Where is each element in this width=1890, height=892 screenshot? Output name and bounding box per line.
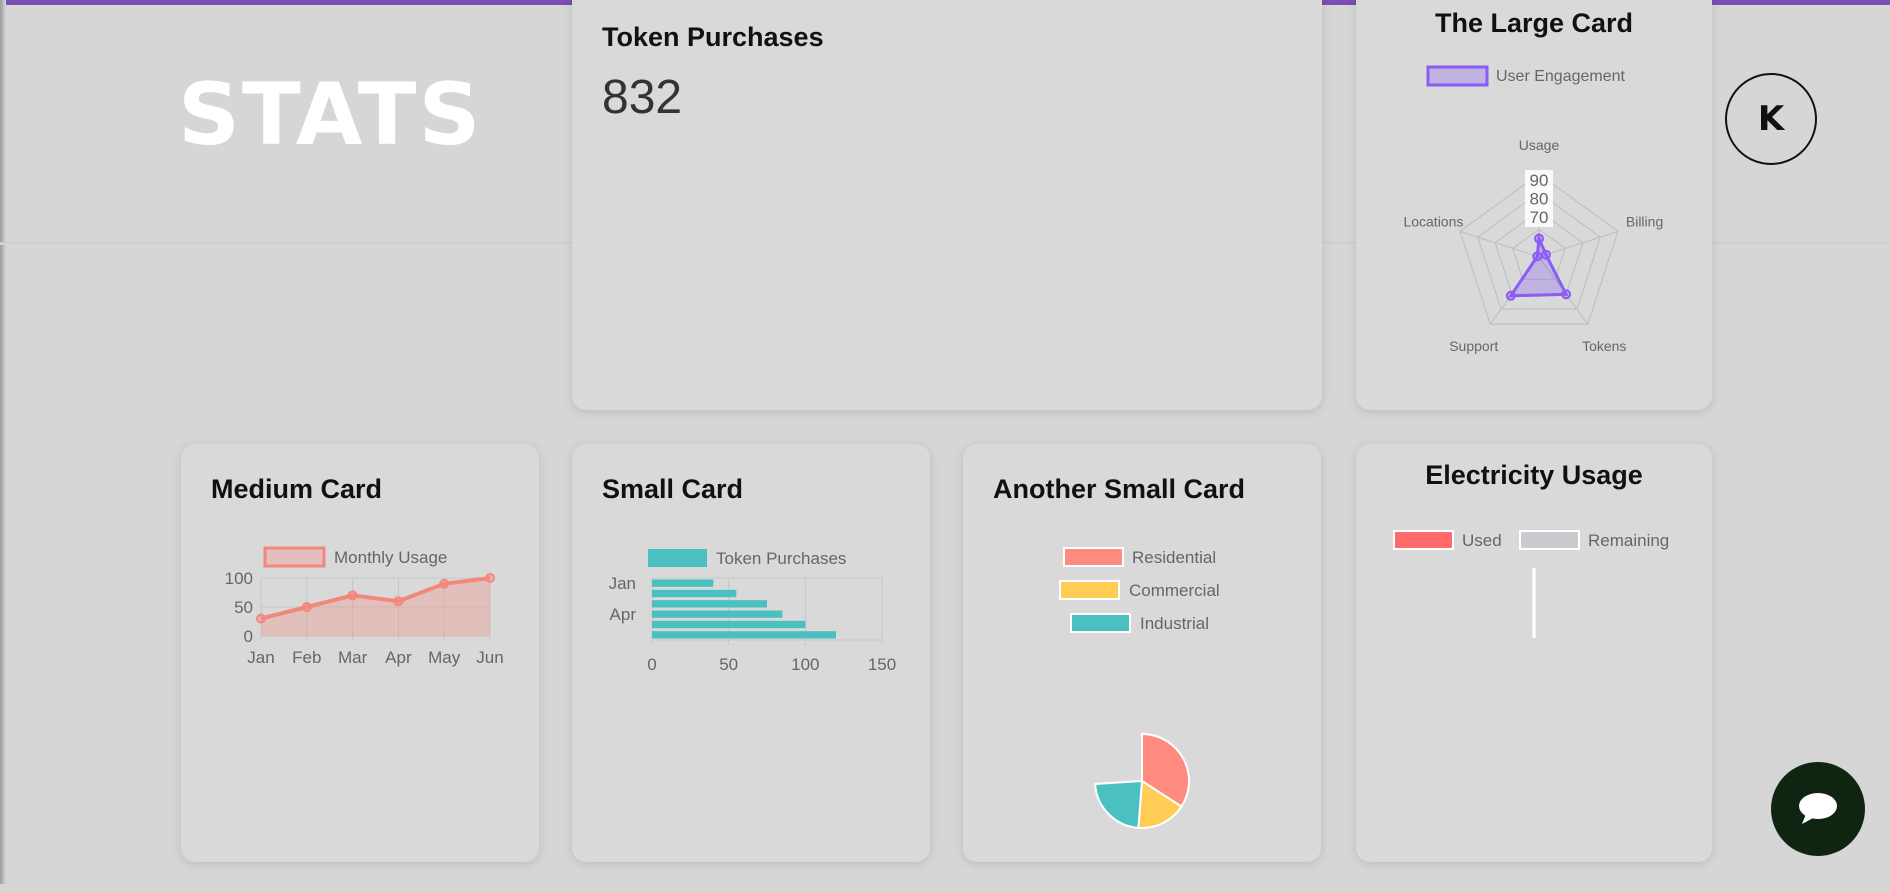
- radar-tick-label: 70: [1530, 208, 1549, 227]
- bar-x-ticks: 0 50 100 150: [647, 655, 896, 674]
- line-x-tick: Jun: [476, 648, 503, 667]
- left-edge-shadow: [0, 0, 6, 884]
- token-purchases-card: Token Purchases 832: [572, 0, 1322, 410]
- radar-point-label: Tokens: [1582, 338, 1626, 354]
- bar-x-tick: 150: [868, 655, 896, 674]
- chat-bubble-icon: [1799, 793, 1837, 824]
- another-small-card-title: Another Small Card: [993, 474, 1246, 504]
- bar-x-tick: 100: [791, 655, 819, 674]
- pie-slices: [1094, 732, 1190, 829]
- radar-spoke: [1538, 230, 1619, 258]
- line-y-tick: 50: [234, 598, 253, 617]
- radar-point-labels: Usage Billing Tokens Support Locations: [1403, 137, 1663, 354]
- line-x-tick: Feb: [292, 648, 321, 667]
- bar: [652, 579, 714, 587]
- line-x-tick: Jan: [247, 648, 274, 667]
- medium-card-title: Medium Card: [211, 474, 383, 504]
- legend-label-user-engagement: User Engagement: [1496, 68, 1626, 85]
- line-data-point: [301, 602, 312, 612]
- radar-point-label: Support: [1449, 338, 1498, 354]
- bar-x-tick: 50: [719, 655, 738, 674]
- pie-chart: Residential Commercial Industrial: [1059, 547, 1220, 829]
- radar-chart: User Engagement Usage Billing Tokens Suppor…: [1403, 65, 1663, 354]
- line-y-ticks: 100 50 0: [225, 569, 253, 646]
- line-data-point: [439, 578, 450, 589]
- bar: [652, 631, 836, 639]
- legend-swatch-monthly-usage[interactable]: [263, 546, 326, 568]
- radar-data-point: [1532, 251, 1543, 262]
- line-x-tick: Apr: [385, 648, 412, 667]
- radar-data-point: [1541, 249, 1552, 260]
- legend-label-industrial: Industrial: [1140, 614, 1209, 633]
- line-chart: Monthly Usage 100 50 0 Jan Feb Mar Apr May Jun: [225, 546, 504, 667]
- doughnut-chart: Used Remaining: [1393, 530, 1669, 638]
- bar-chart: Token Purchases Jan Apr 0 50 100 150: [609, 549, 896, 674]
- electricity-card: Electricity Usage Used Remaining: [1356, 444, 1712, 862]
- bar-x-tick: 0: [647, 655, 656, 674]
- line-x-tick: May: [428, 648, 461, 667]
- legend-label-commercial: Commercial: [1129, 581, 1220, 600]
- bar-y-tick: Jan: [609, 574, 636, 593]
- large-card-title: The Large Card: [1434, 8, 1634, 38]
- radar-data-point: [1505, 290, 1516, 301]
- bar: [652, 610, 783, 618]
- radar-tick-labels: 708090: [1525, 170, 1553, 227]
- legend-label-used: Used: [1462, 531, 1502, 550]
- legend-swatch-residential[interactable]: [1063, 547, 1124, 567]
- legend-label-remaining: Remaining: [1588, 531, 1669, 550]
- user-avatar[interactable]: K: [1725, 73, 1817, 165]
- radar-point-label: Usage: [1519, 137, 1560, 153]
- legend-label-token-purchases: Token Purchases: [716, 549, 846, 568]
- bar-series: [652, 579, 836, 639]
- legend-swatch-token-purchases[interactable]: [648, 549, 707, 567]
- large-card: The Large Card User Engagement Usage Bill…: [1356, 0, 1712, 410]
- bar: [652, 600, 767, 608]
- line-data-point: [485, 573, 495, 583]
- legend-label-monthly-usage: Monthly Usage: [334, 548, 447, 567]
- legend-swatch-used[interactable]: [1393, 530, 1454, 550]
- another-small-card: Another Small Card Residential Commercia…: [963, 444, 1321, 862]
- pie-slice: [1094, 779, 1144, 829]
- radar-point-label: Locations: [1403, 214, 1463, 230]
- stats-logo: STATS: [178, 65, 483, 165]
- legend-swatch-commercial[interactable]: [1059, 580, 1120, 600]
- token-purchases-title: Token Purchases: [602, 22, 824, 52]
- line-data-point: [347, 590, 358, 601]
- small-card-title: Small Card: [602, 474, 744, 504]
- line-data-point: [256, 613, 266, 624]
- radar-spoke: [1459, 230, 1540, 258]
- line-x-tick: Mar: [338, 648, 368, 667]
- bar: [652, 589, 737, 598]
- small-card: Small Card Token Purchases Jan Apr 0 50 100…: [572, 444, 930, 862]
- radar-tick-label: 80: [1530, 190, 1549, 209]
- legend-swatch-remaining[interactable]: [1519, 530, 1580, 550]
- line-x-ticks: Jan Feb Mar Apr May Jun: [247, 648, 503, 667]
- line-y-tick: 0: [244, 627, 253, 646]
- electricity-card-title: Electricity Usage: [1425, 460, 1643, 490]
- legend-swatch-industrial[interactable]: [1070, 613, 1131, 633]
- bar: [652, 620, 806, 629]
- radar-data-point: [1561, 289, 1572, 300]
- radar-tick-label: 90: [1530, 171, 1549, 190]
- legend-label-residential: Residential: [1132, 548, 1216, 567]
- token-purchases-value: 832: [602, 71, 683, 124]
- bar-y-ticks: Jan Apr: [609, 574, 637, 624]
- medium-card: Medium Card Monthly Usage 100 50 0 Jan Feb M…: [181, 444, 539, 862]
- bar-y-tick: Apr: [610, 605, 637, 624]
- legend-swatch-user-engagement[interactable]: [1426, 65, 1489, 87]
- line-data-point: [393, 596, 404, 607]
- line-y-tick: 100: [225, 569, 253, 588]
- chat-button[interactable]: [1771, 762, 1865, 856]
- radar-point-label: Billing: [1626, 214, 1663, 230]
- radar-data-point: [1534, 233, 1544, 244]
